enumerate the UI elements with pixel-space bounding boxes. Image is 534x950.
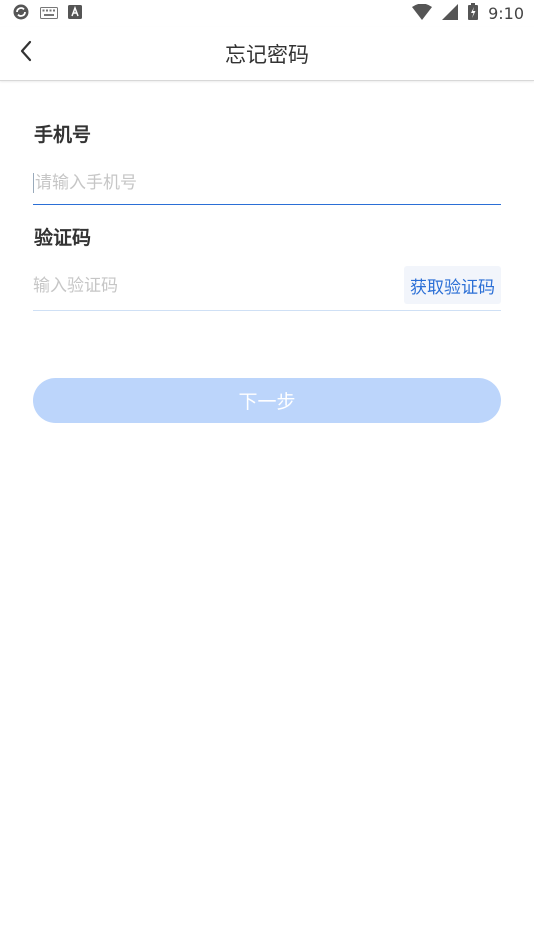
keyboard-icon [40, 4, 58, 23]
status-left-icons [12, 3, 82, 25]
text-caret [33, 173, 34, 193]
next-button[interactable]: 下一步 [33, 378, 501, 423]
get-code-button[interactable]: 获取验证码 [404, 266, 501, 304]
phone-underline [33, 204, 501, 205]
status-time: 9:10 [488, 4, 524, 23]
phone-input[interactable] [35, 160, 501, 206]
code-label: 验证码 [34, 227, 92, 249]
status-right-icons: 9:10 [412, 3, 524, 24]
back-button[interactable] [10, 37, 42, 69]
code-underline [33, 310, 501, 311]
code-field: 获取验证码 [33, 263, 501, 309]
font-icon [68, 4, 82, 23]
sync-icon [12, 3, 30, 25]
chevron-left-icon [19, 40, 33, 66]
battery-icon [468, 3, 479, 24]
page-title: 忘记密码 [225, 42, 309, 67]
status-bar: 9:10 [0, 0, 534, 27]
phone-label: 手机号 [34, 124, 92, 146]
phone-field [33, 160, 501, 206]
nav-bar: 忘记密码 [0, 27, 534, 81]
signal-icon [442, 3, 459, 24]
wifi-icon [412, 3, 433, 24]
